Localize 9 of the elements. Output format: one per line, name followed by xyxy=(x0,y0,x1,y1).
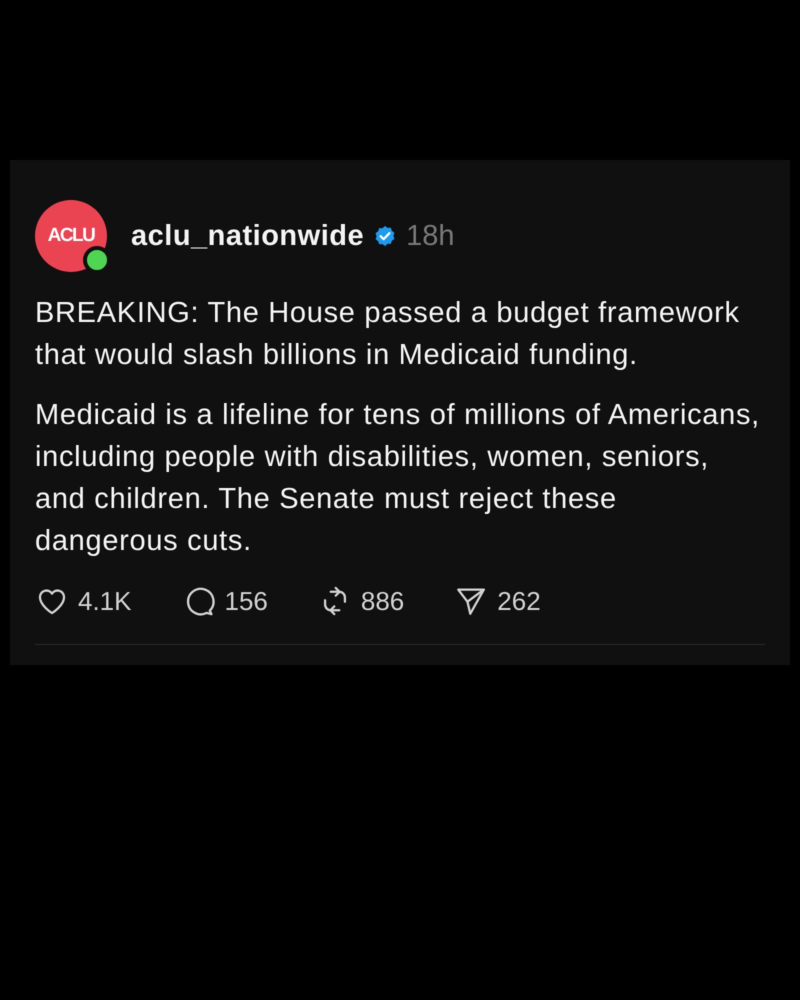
share-button[interactable]: 262 xyxy=(454,584,541,618)
like-button[interactable]: 4.1K xyxy=(35,584,132,618)
post-time: 18h xyxy=(406,220,454,252)
post-paragraph: BREAKING: The House passed a budget framework that would slash billions in Medicaid funding. xyxy=(35,296,741,373)
post-paragraph: Medicaid is a lifeline for tens of millions of Americans, including people with disabilities, women, seniors, and children. The Senate must reject these dangerous cuts. xyxy=(35,398,761,559)
reply-button[interactable]: 156 xyxy=(182,584,268,618)
avatar-logo[interactable]: ACLU xyxy=(35,200,107,272)
username[interactable]: aclu_nationwide xyxy=(131,220,364,252)
repost-button[interactable]: 886 xyxy=(318,584,404,618)
